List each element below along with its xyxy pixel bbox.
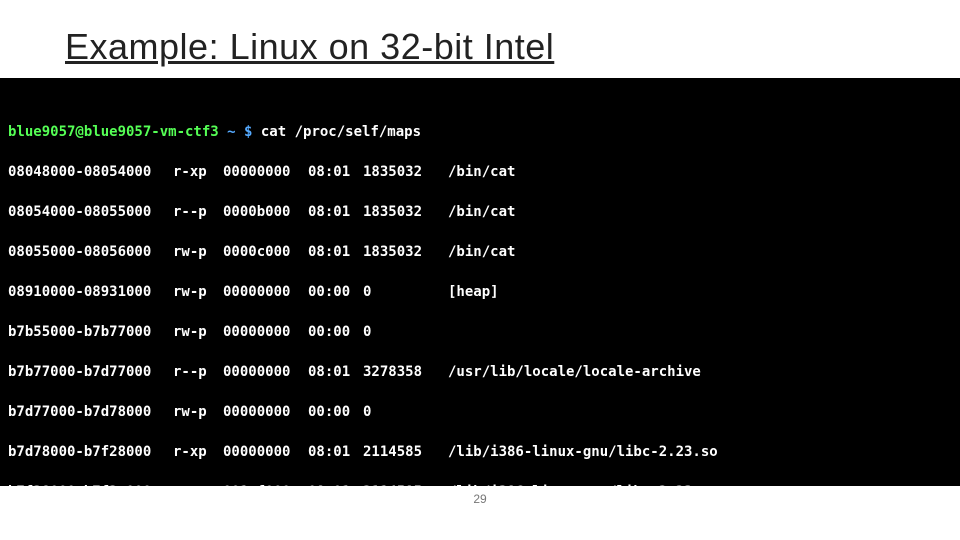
maps-row: b7b55000-b7b77000rw-p0000000000:000 [8, 322, 952, 342]
prompt-user-host: blue9057@blue9057-vm-ctf3 [8, 124, 219, 140]
maps-row: 08910000-08931000rw-p0000000000:000[heap… [8, 282, 952, 302]
maps-row: b7b77000-b7d77000r--p0000000008:01327835… [8, 362, 952, 382]
prompt-tilde: ~ [219, 124, 244, 140]
terminal-output: blue9057@blue9057-vm-ctf3 ~ $ cat /proc/… [0, 78, 960, 486]
maps-row: 08054000-08055000r--p0000b00008:01183503… [8, 202, 952, 222]
maps-row: 08048000-08054000r-xp0000000008:01183503… [8, 162, 952, 182]
slide-title: Example: Linux on 32-bit Intel [65, 26, 554, 68]
page-number: 29 [0, 492, 960, 506]
prompt-command: cat /proc/self/maps [261, 124, 421, 140]
maps-row: 08055000-08056000rw-p0000c00008:01183503… [8, 242, 952, 262]
maps-row: b7d78000-b7f28000r-xp0000000008:01211458… [8, 442, 952, 462]
maps-row: b7f2a000-b7f2b000rw-p001b100008:01211458… [8, 522, 952, 540]
prompt-dollar: $ [244, 124, 261, 140]
slide: Example: Linux on 32-bit Intel blue9057@… [0, 0, 960, 540]
prompt-line: blue9057@blue9057-vm-ctf3 ~ $ cat /proc/… [8, 122, 952, 142]
maps-row: b7d77000-b7d78000rw-p0000000000:000 [8, 402, 952, 422]
